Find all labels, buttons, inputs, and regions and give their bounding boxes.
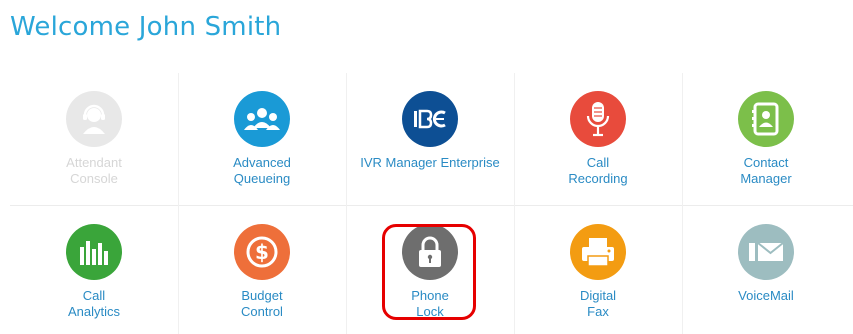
contact-book-icon (738, 91, 794, 147)
tile-budget-control[interactable]: $ Budget Control (178, 206, 346, 334)
tile-digital-fax[interactable]: Digital Fax (514, 206, 682, 334)
group-users-icon (234, 91, 290, 147)
operator-headset-icon (66, 91, 122, 147)
tile-ivr-manager-enterprise[interactable]: IVR Manager Enterprise (346, 73, 514, 205)
tile-label: Attendant Console (66, 155, 122, 186)
dollar-icon: $ (234, 224, 290, 280)
bar-chart-icon (66, 224, 122, 280)
tile-call-analytics[interactable]: Call Analytics (10, 206, 178, 334)
envelope-icon (738, 224, 794, 280)
tile-voicemail[interactable]: VoiceMail (682, 206, 850, 334)
tile-label: Contact Manager (740, 155, 792, 186)
microphone-icon (570, 91, 626, 147)
welcome-title: Welcome John Smith (10, 12, 282, 42)
tile-attendant-console: Attendant Console (10, 73, 178, 205)
tile-label: VoiceMail (738, 288, 794, 303)
svg-text:$: $ (255, 240, 269, 264)
tile-label: Call Recording (568, 155, 628, 186)
tile-label: Budget Control (241, 288, 283, 319)
tile-call-recording[interactable]: Call Recording (514, 73, 682, 205)
phone-lock-highlight (382, 224, 476, 320)
tile-label: IVR Manager Enterprise (360, 155, 500, 170)
fax-icon (570, 224, 626, 280)
tile-advanced-queueing[interactable]: Advanced Queueing (178, 73, 346, 205)
tile-contact-manager[interactable]: Contact Manager (682, 73, 850, 205)
tile-label: Advanced Queueing (233, 155, 291, 186)
welcome-page: Welcome John Smith Attendant Console Adv… (0, 0, 853, 334)
ivr-icon (402, 91, 458, 147)
tile-label: Digital Fax (579, 288, 617, 319)
tile-label: Call Analytics (67, 288, 121, 319)
